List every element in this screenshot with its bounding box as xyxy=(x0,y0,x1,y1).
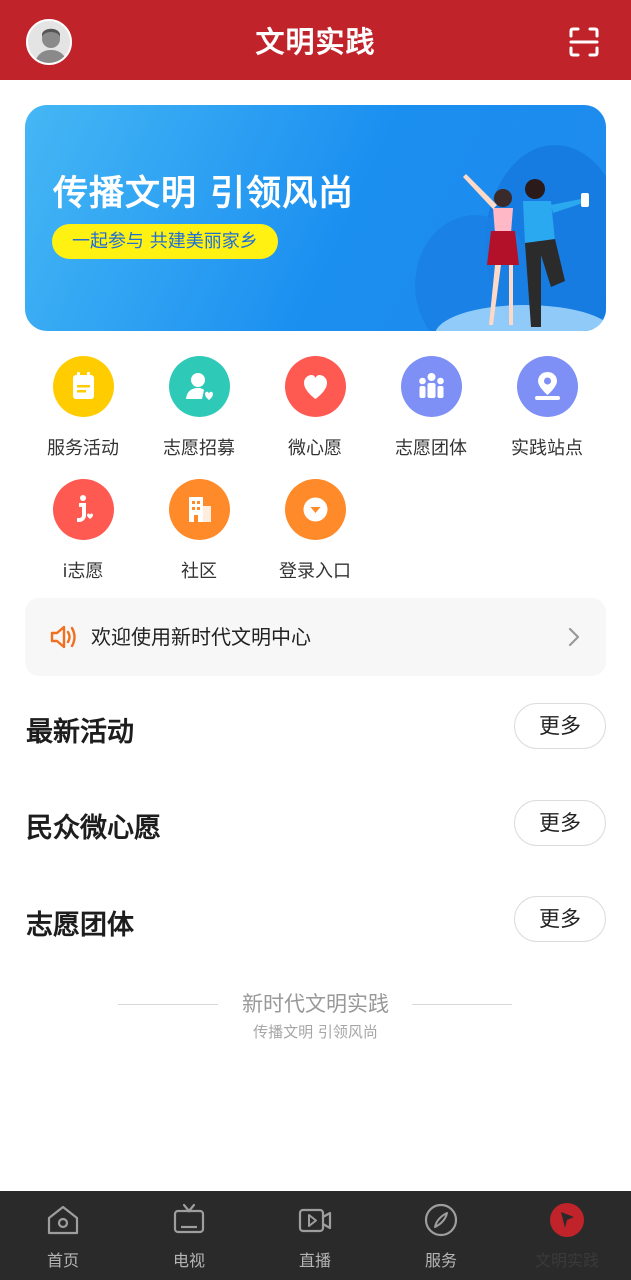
grid-item-label: 微心愿 xyxy=(288,438,342,459)
flag-icon xyxy=(550,1203,584,1237)
more-button-latest-activities[interactable]: 更多 xyxy=(514,703,606,749)
tab-label: 服务 xyxy=(424,1251,457,1270)
grid-item-volunteer-group[interactable]: 志愿团体 xyxy=(373,356,489,471)
banner-title: 传播文明 引领风尚 xyxy=(53,174,355,214)
grid-item-label: 实践站点 xyxy=(511,438,583,459)
page-title: 文明实践 xyxy=(255,25,376,59)
notice-text: 欢迎使用新时代文明中心 xyxy=(91,625,311,649)
grid-item-label: 登录入口 xyxy=(279,561,351,582)
more-button-volunteer-groups[interactable]: 更多 xyxy=(514,896,606,942)
map-pin-icon xyxy=(517,356,578,417)
bottom-tab-bar: 首页 电视 直播 服务 文明实践 xyxy=(0,1191,631,1280)
calendar-icon xyxy=(53,356,114,417)
banner-illustration xyxy=(415,145,606,331)
app-header: 文明实践 xyxy=(0,0,631,80)
tab-live[interactable]: 直播 xyxy=(252,1191,378,1280)
grid-item-i-volunteer[interactable]: i志愿 xyxy=(25,479,141,594)
tab-service[interactable]: 服务 xyxy=(378,1191,504,1280)
tab-home[interactable]: 首页 xyxy=(0,1191,126,1280)
home-icon xyxy=(47,1205,79,1235)
tab-tv[interactable]: 电视 xyxy=(126,1191,252,1280)
grid-item-practice-site[interactable]: 实践站点 xyxy=(489,356,605,471)
grid-item-service-activity[interactable]: 服务活动 xyxy=(25,356,141,471)
heart-icon xyxy=(285,356,346,417)
building-icon xyxy=(169,479,230,540)
banner-subtitle-pill: 一起参与 共建美丽家乡 xyxy=(52,224,278,259)
tab-label: 电视 xyxy=(172,1251,205,1270)
grid-item-login-entry[interactable]: 登录入口 xyxy=(257,479,373,594)
grid-item-label: 社区 xyxy=(181,561,217,582)
section-title-latest-activities: 最新活动 xyxy=(26,717,134,748)
grid-item-micro-wish[interactable]: 微心愿 xyxy=(257,356,373,471)
grid-item-label: 志愿招募 xyxy=(163,438,235,459)
grid-item-label: 服务活动 xyxy=(47,438,119,459)
tab-label: 直播 xyxy=(298,1251,331,1270)
more-button-public-wishes[interactable]: 更多 xyxy=(514,800,606,846)
speaker-icon xyxy=(50,625,76,649)
compass-icon xyxy=(424,1203,458,1237)
section-title-volunteer-groups: 志愿团体 xyxy=(26,910,134,941)
footer-subtitle: 传播文明 引领风尚 xyxy=(253,1023,378,1041)
tab-label: 首页 xyxy=(46,1251,79,1270)
notice-bar[interactable]: 欢迎使用新时代文明中心 xyxy=(25,598,606,676)
grid-item-label: i志愿 xyxy=(62,561,104,582)
grid-item-label: 志愿团体 xyxy=(395,438,467,459)
video-icon xyxy=(298,1208,332,1233)
tab-label: 文明实践 xyxy=(534,1251,599,1270)
grid-item-volunteer-recruit[interactable]: 志愿招募 xyxy=(141,356,257,471)
scan-button[interactable] xyxy=(567,25,601,59)
promo-banner[interactable]: 传播文明 引领风尚 一起参与 共建美丽家乡 xyxy=(25,105,606,331)
user-heart-icon xyxy=(169,356,230,417)
scan-icon xyxy=(569,27,599,57)
login-icon xyxy=(285,479,346,540)
chevron-right-icon xyxy=(568,627,580,647)
i-volunteer-icon xyxy=(53,479,114,540)
tab-civilization-practice[interactable]: 文明实践 xyxy=(504,1191,630,1280)
group-icon xyxy=(401,356,462,417)
footer-title: 新时代文明实践 xyxy=(242,992,389,1016)
section-title-public-wishes: 民众微心愿 xyxy=(26,813,161,844)
grid-item-community[interactable]: 社区 xyxy=(141,479,257,594)
tv-icon xyxy=(173,1203,205,1234)
